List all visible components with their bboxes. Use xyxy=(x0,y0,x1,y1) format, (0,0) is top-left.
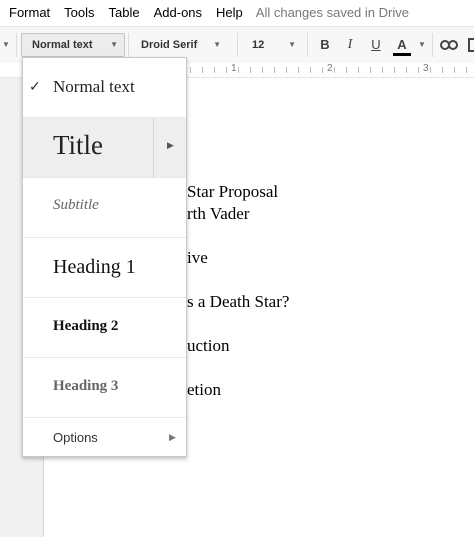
toolbar-divider xyxy=(307,33,308,57)
style-option-subtitle[interactable]: Subtitle xyxy=(23,178,186,238)
ruler-tick xyxy=(238,67,239,73)
chevron-down-icon: ▼ xyxy=(288,40,296,49)
menu-addons[interactable]: Add-ons xyxy=(154,5,202,20)
underline-button[interactable]: U xyxy=(364,33,388,57)
ruler-tick xyxy=(358,67,359,73)
document-line: rth Vader xyxy=(187,204,250,223)
style-option-title[interactable]: Title ▶ xyxy=(23,118,186,178)
link-icon[interactable] xyxy=(437,33,461,57)
bold-button[interactable]: B xyxy=(313,33,337,57)
check-icon: ✓ xyxy=(29,78,41,94)
document-line: Star Proposal xyxy=(187,182,279,201)
ruler-tick xyxy=(406,67,407,73)
ruler-number: 2 xyxy=(327,63,333,74)
italic-button[interactable]: I xyxy=(338,33,362,57)
ruler-tick xyxy=(370,67,371,73)
ruler-tick xyxy=(190,67,191,73)
style-option-heading-1[interactable]: Heading 1 xyxy=(23,238,186,298)
ruler-tick xyxy=(382,67,383,73)
paragraph-style-dropdown[interactable]: Normal text ▼ xyxy=(21,33,125,57)
ruler-tick xyxy=(322,67,323,73)
ruler-tick xyxy=(262,67,263,73)
ruler-tick xyxy=(334,67,335,73)
submenu-divider xyxy=(153,118,154,178)
style-option-heading-2[interactable]: Heading 2 xyxy=(23,298,186,358)
chevron-down-icon: ▼ xyxy=(110,40,118,49)
chevron-down-icon: ▼ xyxy=(213,40,221,49)
ruler-tick xyxy=(466,67,467,73)
ruler-tick xyxy=(394,67,395,73)
document-line: ive xyxy=(187,248,208,267)
paragraph-style-menu: ✓ Normal text Title ▶ Subtitle Heading 1… xyxy=(22,57,187,457)
save-status: All changes saved in Drive xyxy=(255,4,409,20)
ruler-tick xyxy=(274,67,275,73)
ruler-tick xyxy=(430,67,431,73)
ruler-tick xyxy=(202,67,203,73)
menu-table[interactable]: Table xyxy=(109,5,140,20)
style-option-label: Normal text xyxy=(53,77,135,96)
submenu-arrow-icon[interactable]: ▶ xyxy=(167,140,174,151)
font-size-value: 12 xyxy=(252,39,265,51)
ruler-tick xyxy=(310,67,311,73)
ruler-number: 1 xyxy=(231,63,237,74)
ruler-tick xyxy=(298,67,299,73)
toolbar-divider xyxy=(237,33,238,57)
font-size-dropdown[interactable]: 12 ▼ xyxy=(242,33,302,57)
toolbar-divider xyxy=(16,33,17,57)
font-family-dropdown[interactable]: Droid Serif ▼ xyxy=(131,33,227,57)
ruler-tick xyxy=(214,67,215,73)
ruler-tick xyxy=(250,67,251,73)
menu-tools[interactable]: Tools xyxy=(64,5,94,20)
document-line: s a Death Star? xyxy=(187,292,290,311)
ruler-tick xyxy=(346,67,347,73)
style-option-label: Heading 1 xyxy=(53,256,136,278)
style-option-label: Title xyxy=(53,130,104,160)
document-line: etion xyxy=(187,380,221,399)
ruler-number: 3 xyxy=(423,63,429,74)
ruler-tick xyxy=(442,67,443,73)
style-option-label: Subtitle xyxy=(53,197,99,213)
style-option-heading-3[interactable]: Heading 3 xyxy=(23,358,186,418)
menu-bar: Format Tools Table Add-ons Help All chan… xyxy=(0,0,474,24)
style-option-label: Options xyxy=(53,430,98,445)
style-option-options[interactable]: Options ▶ xyxy=(23,418,186,458)
chevron-down-icon[interactable]: ▼ xyxy=(410,33,434,57)
submenu-arrow-icon: ▶ xyxy=(169,432,176,442)
ruler-tick xyxy=(286,67,287,73)
ruler-tick xyxy=(454,67,455,73)
comment-icon[interactable] xyxy=(462,33,474,57)
style-option-label: Heading 3 xyxy=(53,378,119,394)
menu-format[interactable]: Format xyxy=(9,5,50,20)
paragraph-style-value: Normal text xyxy=(32,39,93,51)
menu-help[interactable]: Help xyxy=(216,5,243,20)
document-line: uction xyxy=(187,336,230,355)
ruler-tick xyxy=(418,67,419,73)
style-option-label: Heading 2 xyxy=(53,318,119,334)
toolbar-divider xyxy=(128,33,129,57)
style-option-normal-text[interactable]: ✓ Normal text xyxy=(23,58,186,118)
ruler-tick xyxy=(226,67,227,73)
text-color-label: A xyxy=(397,37,407,52)
font-family-value: Droid Serif xyxy=(141,39,198,51)
text-color-swatch xyxy=(393,53,411,56)
toolbar-divider xyxy=(432,33,433,57)
